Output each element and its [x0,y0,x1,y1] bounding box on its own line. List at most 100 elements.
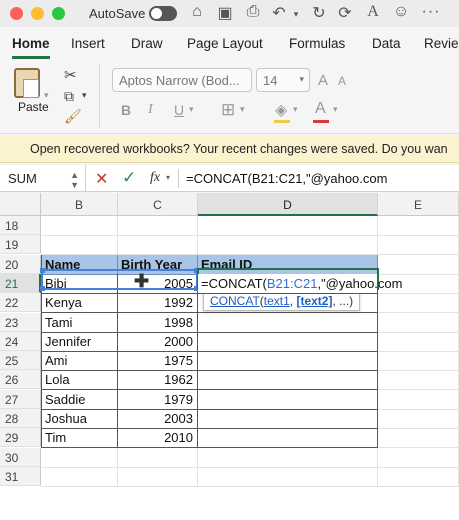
cell[interactable] [378,235,459,255]
select-all-corner[interactable] [0,193,41,216]
redo-icon[interactable]: ↻ [308,3,330,23]
table-cell-birth-year[interactable]: 2000 [118,332,198,352]
cell[interactable] [198,448,378,468]
tab-home[interactable]: Home [12,36,50,51]
underline-dropdown-icon[interactable]: ▾ [189,104,194,115]
row-header-19[interactable]: 19 [0,235,41,254]
font-size-select[interactable]: 14 ▾ [256,68,310,92]
cell[interactable] [378,332,459,352]
insert-function-button[interactable]: fx [150,170,160,186]
cell[interactable] [118,467,198,487]
cell[interactable] [378,216,459,236]
paste-dropdown-icon[interactable]: ▾ [44,90,49,101]
tooltip-function-name[interactable]: CONCAT [210,294,260,308]
italic-button[interactable]: I [148,102,153,118]
table-cell-birth-year[interactable]: 1962 [118,370,198,390]
text-icon[interactable]: A [362,3,384,21]
undo-dropdown-icon[interactable]: ▾ [285,9,307,20]
font-color-dropdown-icon[interactable]: ▾ [333,104,338,115]
copy-dropdown-icon[interactable]: ▾ [82,90,87,101]
cell[interactable] [118,448,198,468]
table-cell-birth-year[interactable]: 1975 [118,351,198,371]
refresh-icon[interactable]: ⟳ [334,3,356,23]
table-cell-birth-year[interactable]: 2010 [118,428,198,448]
row-header-23[interactable]: 23 [0,313,41,332]
row-header-18[interactable]: 18 [0,216,41,235]
cancel-formula-icon[interactable]: ✕ [95,169,108,189]
table-header-birth-year[interactable]: Birth Year [118,255,198,275]
row-header-25[interactable]: 25 [0,351,41,370]
cell[interactable] [378,467,459,487]
cell[interactable] [378,351,459,371]
row-header-21[interactable]: 21 [0,274,41,293]
font-color-icon[interactable]: A [315,100,326,118]
table-cell-email[interactable] [198,370,378,390]
fill-color-dropdown-icon[interactable]: ▾ [293,104,298,115]
tooltip-arg-text1[interactable]: text1 [264,294,290,308]
cell[interactable] [378,370,459,390]
font-name-select[interactable]: Aptos Narrow (Bod... [112,68,252,92]
column-header-c[interactable]: C [118,193,198,216]
table-cell-email[interactable] [198,428,378,448]
row-header-30[interactable]: 30 [0,448,41,467]
close-window-button[interactable] [10,7,23,20]
table-header-email-id[interactable]: Email ID [198,255,378,275]
cell[interactable] [41,448,118,468]
increase-font-icon[interactable]: A [318,72,328,89]
paste-icon[interactable] [14,68,40,98]
table-cell-birth-year[interactable]: 1992 [118,293,198,313]
underline-button[interactable]: U [174,102,184,118]
table-cell-name[interactable]: Saddie [41,390,118,410]
cell[interactable] [41,216,118,236]
row-header-28[interactable]: 28 [0,409,41,428]
table-cell-email[interactable] [198,390,378,410]
row-header-22[interactable]: 22 [0,293,41,312]
tooltip-arg-text2[interactable]: [text2] [296,294,332,308]
formula-input[interactable]: =CONCAT(B21:C21,"@yahoo.com [186,171,387,186]
more-icon[interactable]: ··· [420,3,442,21]
name-box[interactable]: SUM ▲ ▼ [0,165,86,192]
table-cell-name[interactable]: Tami [41,313,118,333]
fx-dropdown-icon[interactable]: ▾ [166,173,170,182]
fill-color-icon[interactable]: ◈ [275,100,287,120]
row-header-20[interactable]: 20 [0,255,41,274]
autosave-toggle[interactable] [149,6,177,21]
table-cell-name[interactable]: Tim [41,428,118,448]
row-header-29[interactable]: 29 [0,428,41,447]
table-cell-name[interactable]: Kenya [41,293,118,313]
name-box-dropdown-icon[interactable]: ▲ ▼ [70,170,79,190]
table-cell-email[interactable] [198,351,378,371]
row-header-26[interactable]: 26 [0,370,41,389]
cell[interactable] [41,467,118,487]
cell[interactable] [118,235,198,255]
save-icon[interactable]: ▣ [214,3,236,23]
table-cell-email[interactable] [198,313,378,333]
tab-review[interactable]: Revie [424,36,459,51]
row-header-24[interactable]: 24 [0,332,41,351]
copy-icon[interactable]: ⧉ [64,88,74,105]
borders-icon[interactable]: ⊞ [221,100,235,120]
tab-insert[interactable]: Insert [71,36,105,51]
cut-icon[interactable]: ✂ [64,66,77,84]
table-cell-birth-year[interactable]: 1998 [118,313,198,333]
cell[interactable] [198,216,378,236]
table-cell-name[interactable]: Joshua [41,409,118,429]
borders-dropdown-icon[interactable]: ▾ [240,104,245,115]
tab-formulas[interactable]: Formulas [289,36,345,51]
table-cell-name[interactable]: Bibi [41,274,118,294]
table-cell-name[interactable]: Ami [41,351,118,371]
table-cell-name[interactable]: Jennifer [41,332,118,352]
table-cell-email[interactable] [198,409,378,429]
cell[interactable] [378,255,459,275]
column-header-e[interactable]: E [378,193,459,216]
format-painter-icon[interactable]: 🖌 [64,108,82,125]
row-header-27[interactable]: 27 [0,390,41,409]
table-cell-name[interactable]: Lola [41,370,118,390]
home-icon[interactable]: ⌂ [186,3,208,21]
cell[interactable] [118,216,198,236]
cell[interactable] [198,235,378,255]
smiley-icon[interactable]: ☺ [390,3,412,21]
cell[interactable] [198,467,378,487]
cell[interactable] [41,235,118,255]
cell[interactable] [378,428,459,448]
